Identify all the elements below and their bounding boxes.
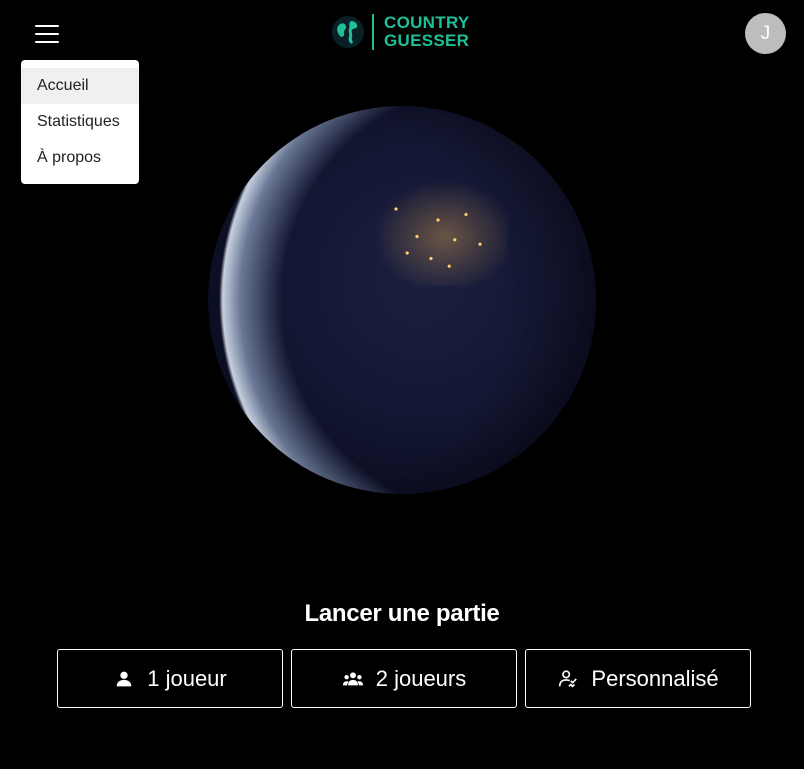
brand-line-1: COUNTRY	[384, 13, 470, 32]
menu-item-statistiques[interactable]: Statistiques	[21, 104, 139, 140]
user-avatar[interactable]: J	[745, 13, 786, 54]
hamburger-line	[35, 33, 59, 35]
game-mode-buttons: 1 joueur 2 joueurs Personnalisé	[57, 649, 751, 708]
logo-separator	[372, 14, 374, 50]
menu-item-accueil[interactable]: Accueil	[21, 68, 139, 104]
hamburger-line	[35, 25, 59, 27]
menu-toggle-button[interactable]	[35, 22, 59, 46]
earth-atmosphere	[208, 106, 596, 494]
custom-players-icon	[559, 669, 578, 688]
brand-name: COUNTRY GUESSER	[384, 14, 470, 50]
globe-logo-icon	[332, 16, 364, 48]
brand-line-2: GUESSER	[384, 31, 470, 50]
custom-game-label: Personnalisé	[591, 665, 719, 691]
single-player-label: 1 joueur	[147, 665, 227, 691]
navigation-menu: Accueil Statistiques À propos	[21, 60, 139, 184]
two-players-button[interactable]: 2 joueurs	[291, 649, 517, 708]
two-players-label: 2 joueurs	[375, 665, 467, 691]
menu-item-a-propos[interactable]: À propos	[21, 140, 139, 176]
single-player-button[interactable]: 1 joueur	[57, 649, 283, 708]
app-logo[interactable]: COUNTRY GUESSER	[330, 12, 470, 52]
earth-globe-image	[208, 106, 596, 494]
play-section-title: Lancer une partie	[304, 600, 500, 627]
custom-game-button[interactable]: Personnalisé	[525, 649, 751, 708]
hamburger-line	[35, 41, 59, 43]
group-icon	[342, 671, 363, 685]
person-icon	[116, 671, 132, 686]
